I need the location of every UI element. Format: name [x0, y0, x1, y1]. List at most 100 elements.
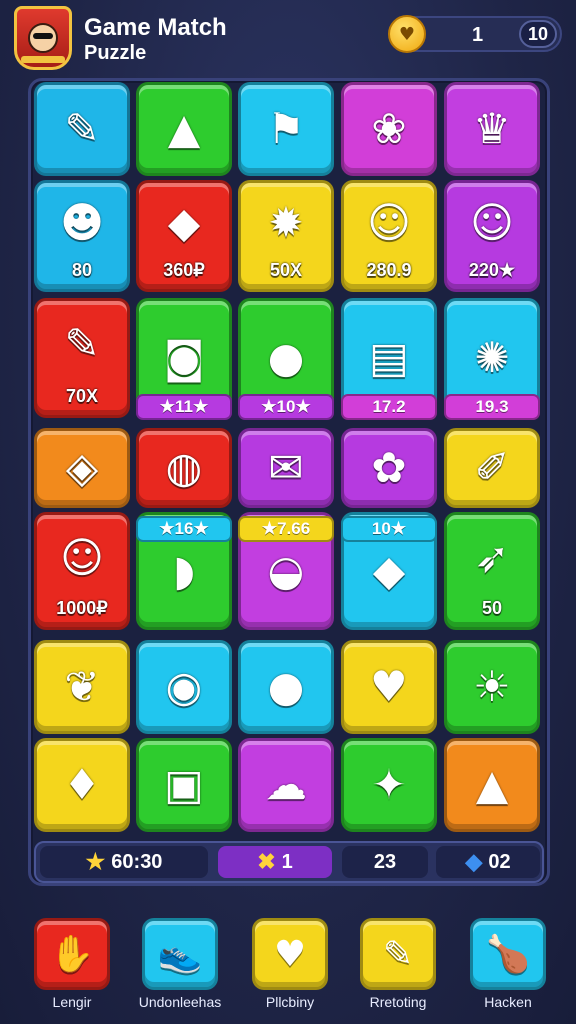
game-tile[interactable]: ◍ [136, 428, 232, 508]
nav-label[interactable]: Pllcbiny [230, 994, 350, 1010]
game-tile[interactable]: ✐ [444, 428, 540, 508]
tile-value: 360₽ [163, 260, 205, 280]
tile-value: 50 [481, 598, 503, 618]
sun-face-icon: ☀ [473, 662, 511, 711]
game-tile[interactable]: ▣ [136, 738, 232, 832]
game-tile[interactable]: ▲ [136, 82, 232, 176]
pencil-icon: ✎ [64, 319, 100, 369]
nav-label[interactable]: Undonleehas [120, 994, 240, 1010]
game-tile[interactable]: ♥ [341, 640, 437, 734]
tile-value: 50X [269, 260, 303, 280]
level-value: 23 [373, 850, 397, 873]
tile-value: 280.9 [366, 260, 412, 280]
game-title: Game Match Puzzle [84, 14, 227, 64]
game-tile[interactable]: ▲ [444, 738, 540, 832]
pencil-icon: ✎ [360, 918, 436, 990]
score-max: 10 [519, 20, 557, 48]
game-tile[interactable]: ✹ 50X [238, 180, 334, 292]
game-tile[interactable]: ☁ [238, 738, 334, 832]
tile-value: 70X [65, 386, 99, 406]
moves-value: 1 [281, 850, 293, 873]
pencil-icon: ✎ [64, 104, 100, 153]
cone-icon: ▲ [167, 104, 201, 153]
drumstick-icon: 🍗 [470, 918, 546, 990]
game-tile[interactable]: ◈ [34, 428, 130, 508]
scroll-icon: ▤ [369, 333, 409, 382]
envelope-icon: ✉ [268, 443, 304, 492]
heart-icon: ♥ [370, 662, 408, 711]
capsule-icon: ✹ [268, 198, 304, 248]
title-line-1: Game Match [84, 14, 227, 41]
score-badge: 10★ [341, 516, 437, 542]
bean-icon: ❦ [64, 662, 100, 711]
ice-cream-icon: ♦ [63, 760, 101, 809]
game-tile[interactable]: ☀ [444, 640, 540, 734]
cloud-icon: ☁ [265, 760, 307, 809]
shoe-icon: 👟 [142, 918, 218, 990]
level-stat: 23 [342, 846, 428, 878]
logo-ribbon [21, 56, 65, 63]
game-tile[interactable]: ♦ [34, 738, 130, 832]
gems-stat: ◆ 02 [436, 846, 540, 878]
tile-value: 220★ [468, 260, 516, 280]
cheese-icon: ◆ [372, 546, 406, 595]
game-tile[interactable]: ✎ 70X [34, 298, 130, 418]
nav-label[interactable]: Lengir [12, 994, 132, 1010]
winged-gem-icon: ◆ [167, 198, 201, 248]
nav-button[interactable]: ✎ [360, 918, 436, 990]
score-badge: ★10★ [238, 394, 334, 420]
cross-icon: ✖ [257, 849, 276, 874]
tile-value: 1000₽ [56, 598, 108, 618]
nav-button[interactable]: 🍗 [470, 918, 546, 990]
score-value: 1 [472, 24, 484, 46]
game-tile[interactable]: ✎ [34, 82, 130, 176]
flag-icon: ⚑ [267, 104, 305, 153]
game-tile[interactable]: ✦ [341, 738, 437, 832]
gems-value: 02 [488, 850, 511, 873]
moves-stat: ✖ 1 [218, 846, 332, 878]
bow-icon: ➶ [474, 532, 510, 582]
speech-bubble-icon: ◍ [165, 443, 203, 492]
gem-icon: ◆ [465, 849, 483, 874]
game-tile[interactable]: ✿ [341, 428, 437, 508]
nav-label[interactable]: Hacken [448, 994, 568, 1010]
smiley-icon: ☺ [60, 532, 104, 582]
blob-icon: ● [267, 333, 305, 382]
game-tile[interactable]: ◆ 360₽ [136, 180, 232, 292]
pipe-icon: ◗ [172, 546, 196, 595]
ball-icon: ● [267, 662, 305, 711]
game-tile[interactable]: ◉ [136, 640, 232, 734]
fox-face-icon: ☺ [470, 198, 514, 248]
splat-icon: ✿ [371, 443, 407, 492]
camera-icon: ◙ [163, 333, 205, 382]
game-tile[interactable]: ❀ [341, 82, 437, 176]
score-badge: ★7.66 [238, 516, 334, 542]
header: Game Match Puzzle ♥ 1 10 [0, 0, 576, 76]
gear-icon: ✺ [474, 333, 510, 382]
game-tile[interactable]: ☺ 1000₽ [34, 512, 130, 630]
game-tile[interactable]: ☺ 220★ [444, 180, 540, 292]
ornament-icon: ❀ [371, 104, 407, 153]
target-icon: ◉ [165, 662, 203, 711]
game-tile[interactable]: ✉ [238, 428, 334, 508]
game-tile[interactable]: ♛ [444, 82, 540, 176]
game-logo[interactable] [14, 6, 72, 70]
mask-icon: ◒ [267, 546, 305, 595]
game-tile[interactable]: ☻ 80 [34, 180, 130, 292]
traffic-cone-icon: ▲ [475, 760, 509, 809]
nav-label[interactable]: Rretoting [338, 994, 458, 1010]
score-badge: ★16★ [136, 516, 232, 542]
game-tile[interactable]: ➶ 50 [444, 512, 540, 630]
game-tile[interactable]: ⚑ [238, 82, 334, 176]
game-tile[interactable]: ☺ 280.9 [341, 180, 437, 292]
title-line-2: Puzzle [84, 42, 147, 64]
game-tile[interactable]: ❦ [34, 640, 130, 734]
nav-button[interactable]: 👟 [142, 918, 218, 990]
hand-icon: ✋ [34, 918, 110, 990]
timer-value: 60:30 [111, 850, 163, 873]
star-icon: ★ [85, 849, 106, 874]
nav-button[interactable]: ♥ [252, 918, 328, 990]
nav-button[interactable]: ✋ [34, 918, 110, 990]
game-tile[interactable]: ● [238, 640, 334, 734]
tile-value: 80 [71, 260, 93, 280]
